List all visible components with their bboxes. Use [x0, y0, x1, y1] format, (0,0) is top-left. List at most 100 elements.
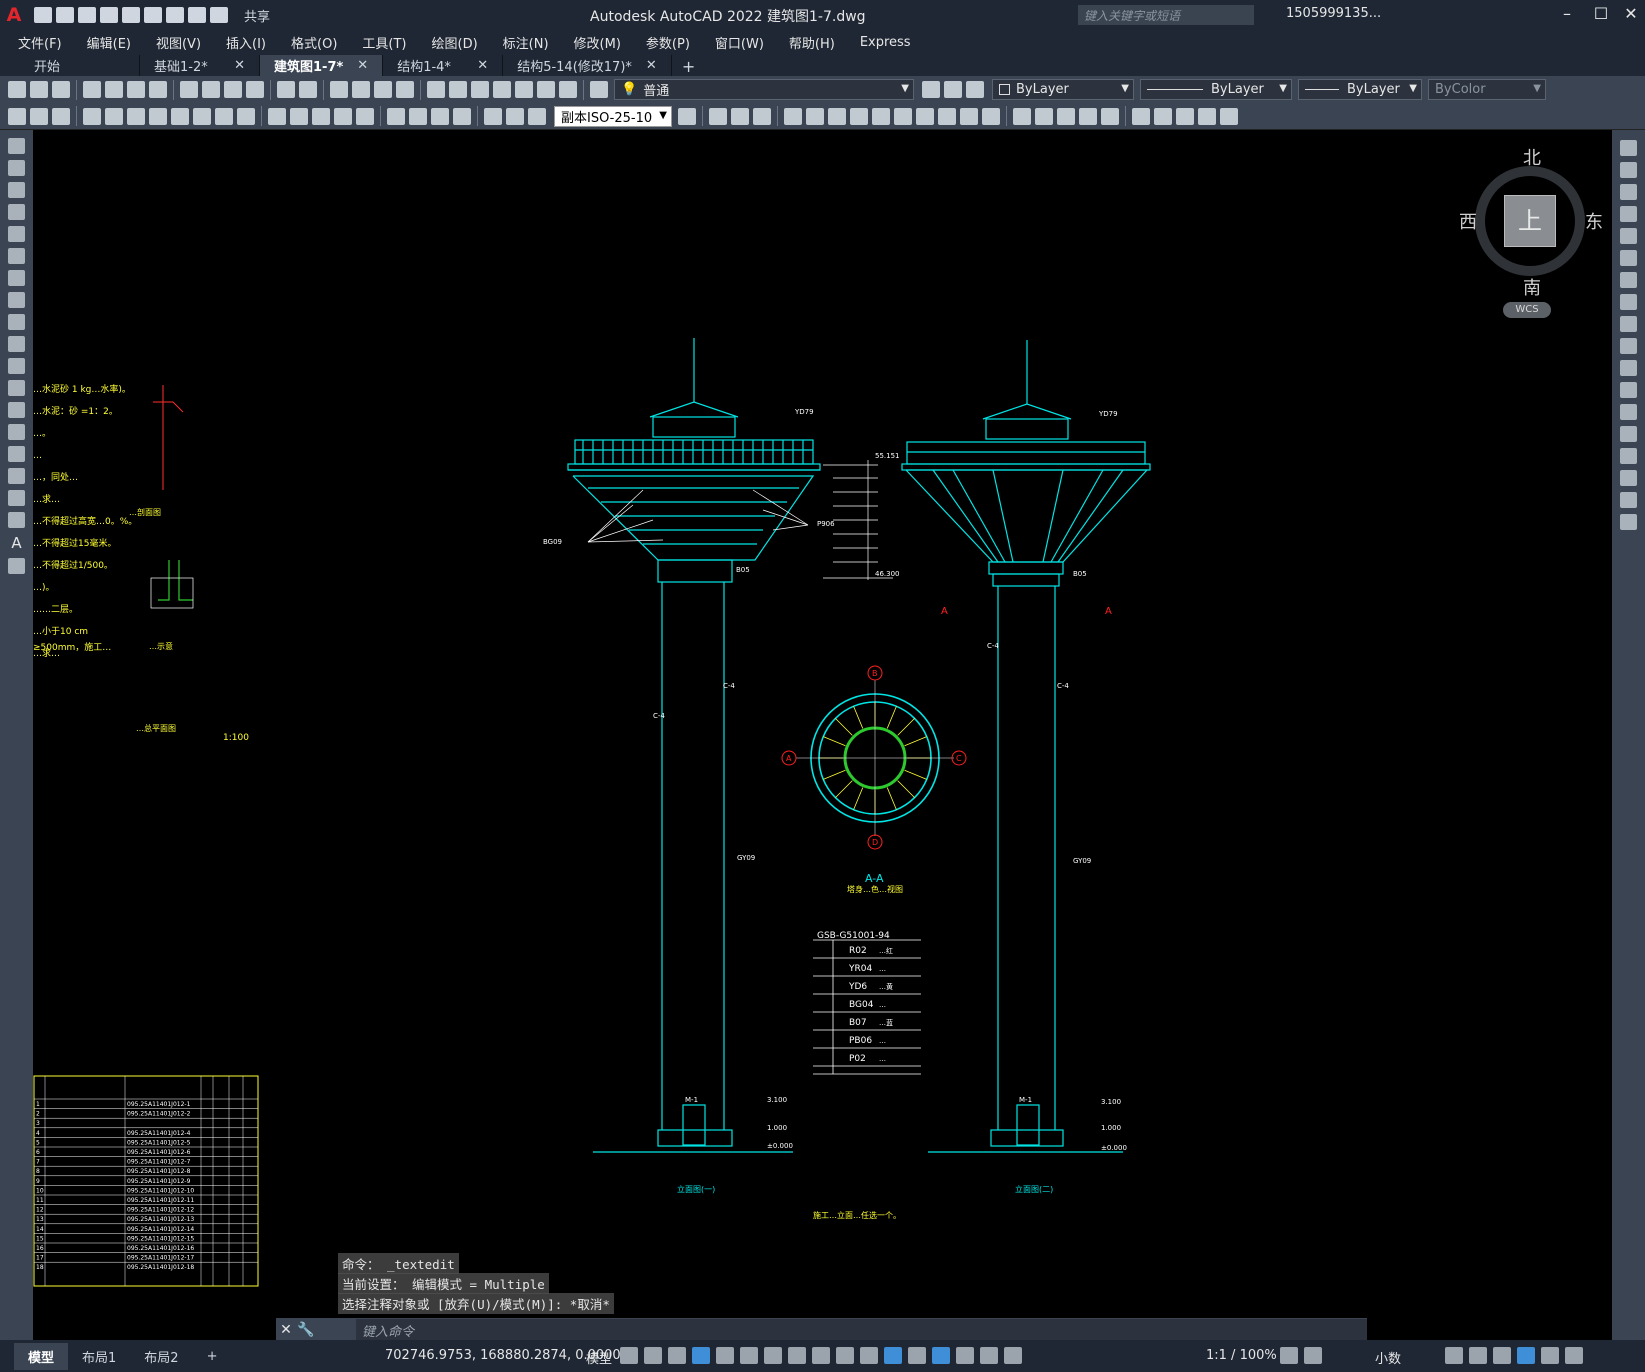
add-selected-icon[interactable]: [8, 558, 25, 574]
help-icon[interactable]: [559, 81, 577, 98]
dim-aligned-icon[interactable]: [105, 107, 123, 125]
gizmo-icon[interactable]: [956, 1347, 974, 1364]
fillet-icon[interactable]: [1620, 470, 1637, 486]
compass-north[interactable]: 北: [1523, 144, 1541, 170]
layer-states-icon[interactable]: [966, 81, 984, 98]
erase-icon[interactable]: [1101, 107, 1119, 125]
wcs-menu[interactable]: WCS: [1503, 302, 1551, 318]
dim-arc-icon[interactable]: [127, 107, 145, 125]
dim-jogged-icon[interactable]: [193, 107, 211, 125]
publish-icon[interactable]: [127, 81, 145, 98]
menu-item[interactable]: 编辑(E): [87, 33, 131, 52]
dim-continue-icon[interactable]: [312, 107, 330, 125]
break-icon[interactable]: [1620, 404, 1637, 420]
lineweight-dropdown[interactable]: ByLayer ▼: [1298, 79, 1422, 100]
plotstyle-dropdown[interactable]: ByColor ▼: [1428, 79, 1546, 100]
quick-dim-icon[interactable]: [268, 107, 286, 125]
add-layout-icon[interactable]: +: [193, 1345, 232, 1368]
workspace-gear-icon[interactable]: [1280, 1347, 1298, 1364]
layout-tab-1[interactable]: 布局1: [68, 1343, 130, 1370]
copy-icon[interactable]: [1620, 162, 1637, 178]
tool-palettes-icon[interactable]: [471, 81, 489, 98]
extend-icon[interactable]: [1620, 360, 1637, 376]
undo-icon[interactable]: [188, 7, 206, 23]
insert-block-icon[interactable]: [8, 380, 25, 396]
stretch-icon[interactable]: [1620, 316, 1637, 332]
selection-filter-icon[interactable]: [932, 1347, 950, 1364]
dim-linear-icon[interactable]: [83, 107, 101, 125]
redo-icon[interactable]: [210, 7, 228, 23]
units-dropdown[interactable]: 小数: [1375, 1348, 1401, 1367]
rectangle-icon[interactable]: [8, 226, 25, 242]
markup-icon[interactable]: [515, 81, 533, 98]
circle-icon[interactable]: [8, 270, 25, 286]
menu-item[interactable]: 工具(T): [362, 33, 406, 52]
rotate-icon[interactable]: [1620, 272, 1637, 288]
open-icon[interactable]: [30, 81, 48, 98]
offset-icon[interactable]: [753, 107, 771, 125]
quick-properties-icon[interactable]: [1445, 1347, 1463, 1364]
trim-icon[interactable]: [894, 107, 912, 125]
web-open-icon[interactable]: [122, 7, 140, 23]
attribute-icon[interactable]: [1176, 107, 1194, 125]
scale-icon[interactable]: [850, 107, 868, 125]
new-tab-icon[interactable]: +: [672, 57, 705, 76]
web-save-icon[interactable]: [144, 7, 162, 23]
autocad-logo-icon[interactable]: A: [0, 0, 28, 30]
calculator-icon[interactable]: [537, 81, 555, 98]
menu-item[interactable]: 标注(N): [503, 33, 549, 52]
jogged-linear-icon[interactable]: [453, 107, 471, 125]
dim-space-icon[interactable]: [334, 107, 352, 125]
center-mark-icon[interactable]: [409, 107, 427, 125]
user-account[interactable]: 1505999135...: [1286, 6, 1381, 21]
object-tracking-icon[interactable]: [764, 1347, 782, 1364]
array-icon[interactable]: [784, 107, 802, 125]
explode-icon[interactable]: [1620, 514, 1637, 530]
compass-east[interactable]: 东: [1585, 208, 1603, 234]
mirror-icon[interactable]: [731, 107, 749, 125]
annotation-scale[interactable]: 1:1 / 100%: [1206, 1348, 1277, 1363]
menu-item[interactable]: 帮助(H): [789, 33, 835, 52]
blend-icon[interactable]: [1035, 107, 1053, 125]
break-point-icon[interactable]: [1620, 382, 1637, 398]
menu-item[interactable]: 窗口(W): [715, 33, 764, 52]
text-style-icon[interactable]: [8, 107, 26, 125]
pedit-icon[interactable]: [1079, 107, 1097, 125]
make-current-icon[interactable]: [922, 81, 940, 98]
hardware-accel-icon[interactable]: [1517, 1347, 1535, 1364]
dim-diameter-icon[interactable]: [215, 107, 233, 125]
maximize-icon[interactable]: ☐: [1590, 4, 1612, 26]
compass-west[interactable]: 西: [1459, 208, 1477, 234]
document-tab[interactable]: 建筑图1-7* ✕: [260, 55, 384, 76]
close-command-icon[interactable]: ✕: [276, 1322, 296, 1338]
arc-icon[interactable]: [8, 248, 25, 264]
customize-icon[interactable]: 🔧: [296, 1322, 316, 1338]
search-input[interactable]: 键入关键字或短语: [1078, 5, 1254, 25]
save-icon[interactable]: [78, 7, 96, 23]
lineweight-icon[interactable]: [812, 1347, 830, 1364]
polar-icon[interactable]: [716, 1347, 734, 1364]
layer-dropdown[interactable]: 💡 普通 ▼: [614, 79, 914, 100]
polygon-icon[interactable]: [8, 204, 25, 220]
auto-scale-icon[interactable]: [1004, 1347, 1022, 1364]
ortho-icon[interactable]: [692, 1347, 710, 1364]
new-icon[interactable]: [8, 81, 26, 98]
close-tab-icon[interactable]: ✕: [646, 58, 657, 73]
stretch-icon[interactable]: [872, 107, 890, 125]
close-tab-icon[interactable]: ✕: [234, 58, 245, 73]
minimize-icon[interactable]: –: [1556, 4, 1578, 26]
compass-south[interactable]: 南: [1523, 274, 1541, 300]
point-icon[interactable]: [8, 424, 25, 440]
save-as-icon[interactable]: [100, 7, 118, 23]
drawing-canvas[interactable]: …水泥砂 1 kg…水率)。 …水泥：砂 =1：2。 …。 … …，同处… …求… …不得超…: [33, 130, 1612, 1340]
menu-item[interactable]: 文件(F): [18, 33, 62, 52]
ellipse-icon[interactable]: [8, 336, 25, 352]
dimstyle-dropdown[interactable]: 副本ISO-25-10 ▼: [554, 105, 672, 127]
dim-baseline-icon[interactable]: [290, 107, 308, 125]
table-icon[interactable]: [8, 512, 25, 528]
make-block-icon[interactable]: [8, 402, 25, 418]
xref-icon[interactable]: [1198, 107, 1216, 125]
chamfer-icon[interactable]: [982, 107, 1000, 125]
line-icon[interactable]: [8, 138, 25, 154]
zoom-window-icon[interactable]: [374, 81, 392, 98]
